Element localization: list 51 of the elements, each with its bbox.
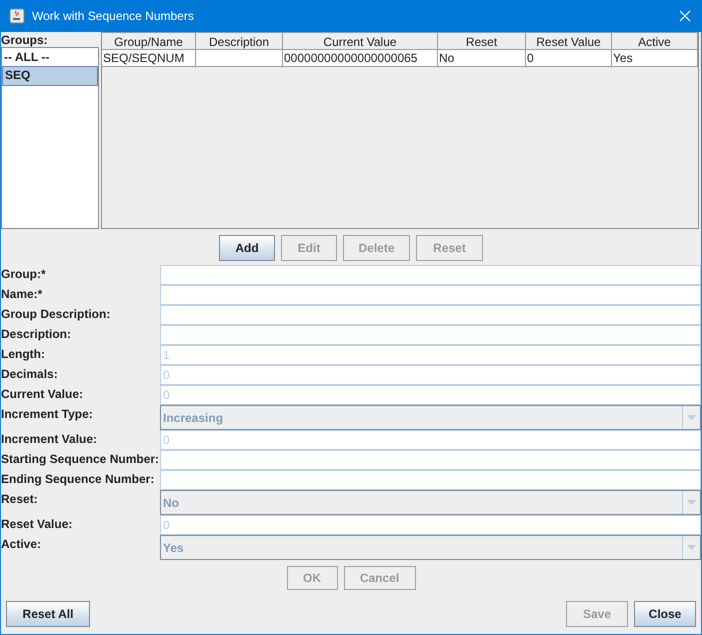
table-action-button[interactable]: Add [219,235,275,261]
input-field[interactable] [160,325,701,345]
close-icon[interactable] [679,10,691,22]
input-field[interactable]: 0 [160,385,701,405]
column-header[interactable]: Reset Value [526,32,612,50]
group-item[interactable]: SEQ [2,66,98,86]
table-cell: 0 [526,50,612,67]
field-label: Reset Value: [1,516,74,531]
coffee-cup-icon [9,8,25,24]
window-title: Work with Sequence Numbers [32,9,195,23]
field-label: Ending Sequence Number: [1,471,156,486]
field-label: Increment Value: [1,431,98,446]
table-cell: No [438,50,526,67]
input-field[interactable] [160,450,701,470]
column-header[interactable]: Current Value [283,32,438,50]
input-field[interactable]: 0 [160,365,701,385]
field-label: Current Value: [1,386,84,401]
field-label: Active: [1,536,42,551]
table-cell: 00000000000000000065 [283,50,438,67]
dropdown-field[interactable]: Yes [160,535,701,560]
column-header[interactable]: Reset [438,32,526,50]
field-label: Name:* [1,286,44,301]
table-cell: SEQ/SEQNUM [102,50,196,67]
input-field[interactable]: 0 [160,430,701,450]
footer-button[interactable]: Reset All [6,601,90,627]
groups-label: Groups: [1,32,49,47]
field-label: Reset: [1,491,39,506]
dropdown-field[interactable]: Increasing [160,405,701,430]
field-label: Length: [1,346,46,361]
input-field[interactable] [160,470,701,490]
column-header[interactable]: Description [196,32,283,50]
table-cell: Yes [612,50,698,67]
input-field[interactable]: 0 [160,515,701,535]
dropdown-arrow-icon [687,545,696,550]
input-field[interactable] [160,305,701,325]
field-label: Group Description: [1,306,112,321]
input-field[interactable]: 1 [160,345,701,365]
field-label: Increment Type: [1,406,94,421]
field-label: Decimals: [1,366,59,381]
field-label: Starting Sequence Number: [1,451,160,466]
field-label: Description: [1,326,72,341]
field-label: Group:* [1,266,47,281]
column-header[interactable]: Active [612,32,698,50]
input-field[interactable] [160,265,701,285]
group-item[interactable]: -- ALL -- [2,48,98,66]
dropdown-arrow-icon [687,415,696,420]
input-field[interactable] [160,285,701,305]
column-header[interactable]: Group/Name [102,32,196,50]
footer-button[interactable]: Close [634,601,696,627]
dropdown-field[interactable]: No [160,490,701,515]
dropdown-arrow-icon [687,500,696,505]
